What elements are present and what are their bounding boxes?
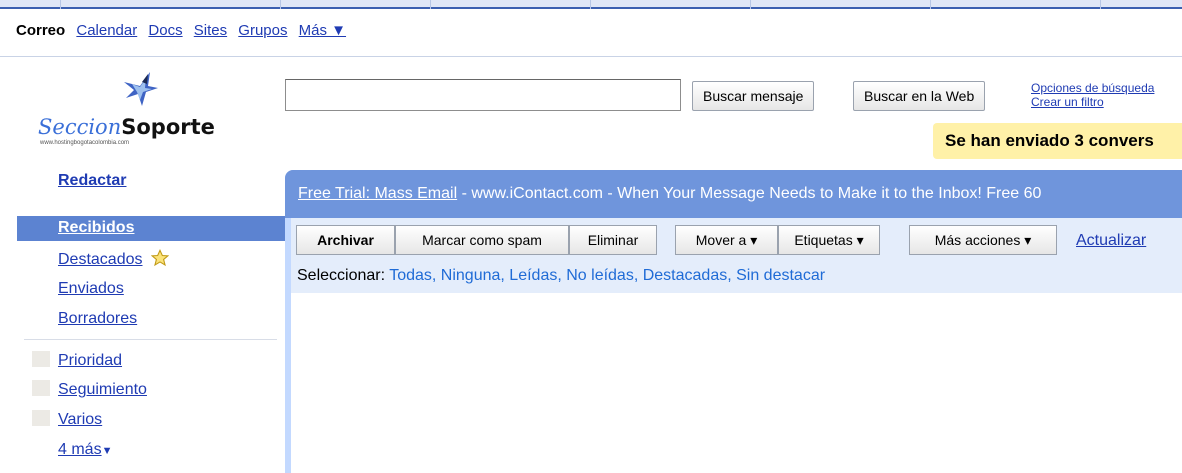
create-filter-link[interactable]: Crear un filtro [1031,95,1154,109]
label-color-swatch [32,380,50,396]
refresh-link[interactable]: Actualizar [1076,232,1146,250]
select-separator: , [633,267,643,284]
logo[interactable]: SeccionSoporte www.hostingbogotacolombia… [32,66,256,152]
tab-divider [280,0,281,9]
nav-docs-link[interactable]: Docs [148,22,182,39]
sidebar-item-sent[interactable]: Enviados [58,280,124,298]
more-actions-button[interactable]: Más acciones ▾ [909,225,1057,255]
search-options-link[interactable]: Opciones de búsqueda [1031,81,1154,95]
ad-link[interactable]: Free Trial: Mass Email [298,185,457,202]
sidebar-item-drafts[interactable]: Borradores [58,310,137,328]
select-separator: , [727,267,737,284]
sent-link[interactable]: Enviados [58,280,124,297]
sidebar-item-starred[interactable]: Destacados [58,249,169,269]
starred-link[interactable]: Destacados [58,251,143,268]
nav-divider [0,56,1182,57]
select-label: Seleccionar: [297,267,386,284]
more-labels-link[interactable]: 4 más [58,441,102,458]
search-input[interactable] [285,79,681,111]
label-priority-link[interactable]: Prioridad [58,352,122,369]
select-starred-link[interactable]: Destacadas [643,267,728,284]
label-followup-link[interactable]: Seguimiento [58,381,147,398]
star-icon [150,249,169,267]
tab-divider [1100,0,1101,9]
logo-text-soporte: Soporte [121,115,215,139]
nav-current-mail: Correo [16,22,66,39]
drafts-link[interactable]: Borradores [58,310,137,327]
search-options: Opciones de búsqueda Crear un filtro [1031,81,1154,109]
mark-spam-button[interactable]: Marcar como spam [395,225,569,255]
label-color-swatch [32,410,50,426]
logo-wordmark: SeccionSoporte [38,115,215,140]
inbox-label[interactable]: Recibidos [58,219,134,237]
logo-text-seccion: Seccion [38,115,122,139]
select-unstarred-link[interactable]: Sin destacar [736,267,825,284]
label-color-swatch [32,351,50,367]
browser-tab-strip [0,0,1182,9]
search-web-button[interactable]: Buscar en la Web [853,81,986,111]
sidebar-item-inbox[interactable]: Recibidos [17,216,286,241]
select-read-link[interactable]: Leídas [509,267,557,284]
select-separator: , [431,267,441,284]
logo-subtitle: www.hostingbogotacolombia.com [40,140,130,146]
select-none-link[interactable]: Ninguna [441,267,501,284]
select-unread-link[interactable]: No leídas [566,267,634,284]
sent-notice: Se han enviado 3 convers [933,123,1182,159]
tab-divider [590,0,591,9]
select-separator: , [557,267,567,284]
ad-banner: Free Trial: Mass Email - www.iContact.co… [298,185,1182,203]
compose-link[interactable]: Redactar [58,172,126,190]
move-to-button[interactable]: Mover a ▾ [675,225,778,255]
delete-button[interactable]: Eliminar [569,225,657,255]
select-options: Seleccionar: Todas, Ninguna, Leídas, No … [297,267,825,285]
sidebar-label-priority[interactable]: Prioridad [32,351,122,370]
select-separator: , [500,267,510,284]
top-nav: Correo Calendar Docs Sites Grupos Más ▼ [0,22,1182,46]
nav-groups-link[interactable]: Grupos [238,22,287,39]
sidebar-divider [24,339,277,340]
nav-calendar-link[interactable]: Calendar [76,22,137,39]
label-misc-link[interactable]: Varios [58,411,102,428]
sidebar-label-followup[interactable]: Seguimiento [32,380,147,399]
labels-button[interactable]: Etiquetas ▾ [778,225,880,255]
nav-sites-link[interactable]: Sites [194,22,227,39]
main-panel: Free Trial: Mass Email - www.iContact.co… [285,170,1182,473]
search-mail-button[interactable]: Buscar mensaje [692,81,815,111]
sidebar-label-misc[interactable]: Varios [32,410,102,429]
tab-divider [60,0,61,9]
tab-divider [430,0,431,9]
tab-divider [930,0,931,9]
ad-text: - www.iContact.com - When Your Message N… [457,185,1042,202]
nav-more-link[interactable]: Más ▼ [299,22,346,39]
sidebar-more-labels[interactable]: 4 más▼ [58,441,112,459]
tab-divider [750,0,751,9]
chevron-down-icon: ▼ [101,445,113,457]
select-all-link[interactable]: Todas [389,267,432,284]
bird-logo-icon [124,72,158,106]
message-list [291,293,1182,473]
archive-button[interactable]: Archivar [296,225,395,255]
